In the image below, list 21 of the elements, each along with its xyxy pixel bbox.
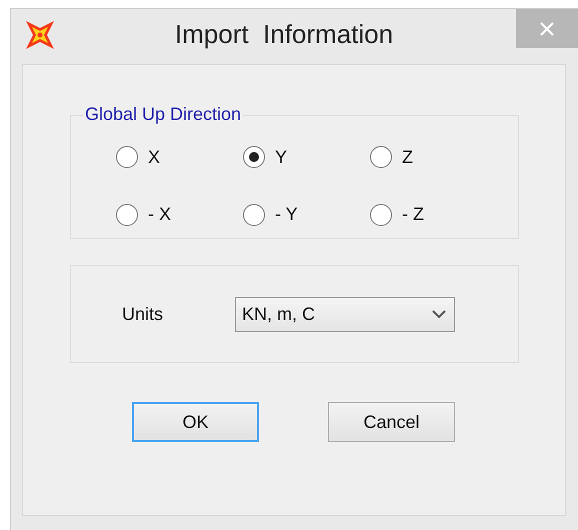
units-dropdown[interactable]: KN, m, C [235,296,455,332]
chevron-down-icon [432,310,446,318]
radio-button[interactable] [116,204,138,226]
radio-label: Z [402,146,413,168]
radio-button[interactable] [116,146,138,168]
radio-label: - X [148,204,172,225]
radio-button[interactable] [370,146,392,168]
units-label: Units [122,304,164,324]
group-title: Global Up Direction [83,104,244,125]
window-title: Import Information [174,19,394,50]
radio-label: - Y [275,204,298,225]
close-icon [540,22,554,36]
radio-label: Y [275,146,288,168]
app-icon [24,18,56,50]
radio-label: - Z [402,204,424,225]
radio-button[interactable] [243,204,265,226]
radio-label: X [148,146,160,168]
radio-button[interactable] [370,204,392,226]
dialog-button[interactable]: Cancel [328,402,455,442]
radio-button[interactable] [243,146,265,168]
dialog-button[interactable]: OK [132,402,259,442]
